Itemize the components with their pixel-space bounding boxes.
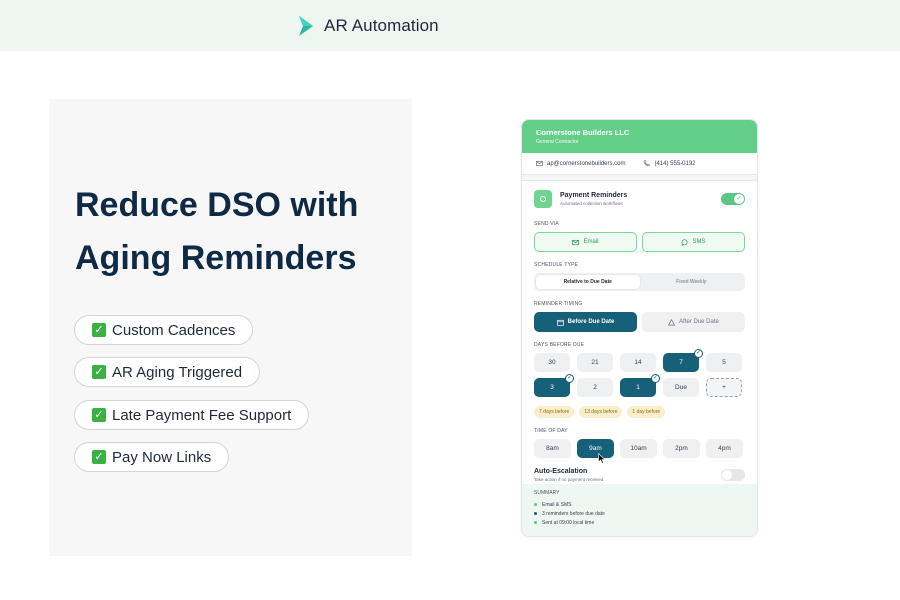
day-chip: 7 days before (534, 406, 575, 418)
time-option[interactable]: 10am (620, 439, 657, 458)
settings-body: Payment Reminders Automated collection w… (522, 181, 757, 482)
feature-pill: ✓ Custom Cadences (74, 315, 254, 345)
schedule-type-switch: Relative to Due Date Fixed Weekly (534, 273, 745, 291)
time-of-day-label: TIME OF DAY (534, 428, 568, 434)
before-due-button[interactable]: Before Due Date (534, 312, 637, 332)
brand[interactable]: AR Automation (298, 15, 439, 37)
time-option[interactable]: 8am (534, 439, 571, 458)
time-option[interactable]: 4pm (706, 439, 743, 458)
day-chip: 1 day before (627, 406, 666, 418)
brand-name: AR Automation (324, 16, 439, 35)
contact-phone[interactable]: (414) 555-0192 (643, 160, 696, 167)
check-icon: ✓ (736, 195, 742, 202)
payment-reminders-row: Payment Reminders Automated collection w… (534, 187, 745, 211)
reminders-toggle[interactable]: ✓ (721, 193, 745, 205)
summary-label: SUMMARY (534, 490, 560, 496)
schedule-relative-tab[interactable]: Relative to Due Date (536, 275, 640, 289)
reminder-card: Cornerstone Builders LLC General Contrac… (521, 119, 758, 537)
feature-label: Pay Now Links (112, 448, 212, 466)
feature-pill: ✓ Late Payment Fee Support (74, 400, 310, 430)
reminder-icon (534, 190, 552, 208)
phone-icon (643, 160, 651, 167)
check-icon: ✓ (565, 374, 574, 383)
contact-row: ap@cornerstonebuilders.com (414) 555-019… (522, 153, 757, 175)
mouse-cursor-icon (598, 453, 606, 464)
time-option-selected[interactable]: 9am (577, 439, 614, 464)
hero-title: Reduce DSO with Aging Reminders (75, 186, 359, 277)
reminders-title: Payment Reminders (560, 192, 628, 199)
day-option-selected[interactable]: 1 ✓ (620, 374, 660, 397)
days-before-due-label: DAYS BEFORE DUE (534, 342, 585, 348)
logo-chevron-icon (299, 16, 313, 36)
feature-label: AR Aging Triggered (112, 363, 243, 381)
add-day-button[interactable]: + (706, 378, 742, 397)
bullet-icon (534, 503, 537, 506)
check-icon: ✓ (92, 408, 106, 422)
check-icon: ✓ (92, 450, 106, 464)
reminders-subtitle: Automated collection workflows (560, 201, 623, 206)
reminder-timing-options: Before Due Date After Due Date (534, 312, 745, 332)
contact-email[interactable]: ap@cornerstonebuilders.com (536, 160, 625, 167)
day-option[interactable]: 21 (577, 353, 613, 372)
day-option-selected[interactable]: 3 ✓ (534, 374, 574, 397)
check-icon: ✓ (92, 323, 106, 337)
escalation-subtitle: Take action if no payment received (534, 477, 604, 482)
chat-bubble-icon (681, 238, 688, 246)
feature-label: Custom Cadences (112, 321, 236, 339)
bullet-icon (534, 512, 537, 515)
warning-icon (668, 318, 676, 325)
check-icon: ✓ (92, 365, 106, 379)
top-bar: AR Automation (0, 0, 900, 51)
send-sms-button[interactable]: SMS (642, 232, 745, 252)
auto-escalation-row: Auto-Escalation Take action if no paymen… (534, 468, 745, 482)
check-icon: ✓ (651, 374, 660, 383)
company-name: Cornerstone Builders LLC (536, 128, 630, 137)
days-grid: 30 21 14 7 ✓ 5 3 ✓ 2 1 ✓ Due + (534, 349, 745, 397)
day-option[interactable]: 30 (534, 353, 570, 372)
feature-pill: ✓ AR Aging Triggered (74, 357, 261, 387)
send-via-label: SEND VIA (534, 221, 559, 227)
summary-item: Email & SMS (534, 500, 747, 509)
customer-header: Cornerstone Builders LLC General Contrac… (522, 120, 757, 153)
feature-pill: ✓ Pay Now Links (74, 442, 230, 472)
day-option[interactable]: Due (663, 378, 699, 397)
schedule-type-label: SCHEDULE TYPE (534, 262, 579, 268)
feature-label: Late Payment Fee Support (112, 406, 292, 424)
mail-icon (536, 160, 543, 167)
send-via-options: Email SMS (534, 232, 745, 252)
summary-item: 3 reminders before due date (534, 509, 747, 518)
hero-panel: Reduce DSO with Aging Reminders ✓ Custom… (49, 99, 412, 556)
day-chip: 13 days before (579, 406, 623, 418)
bullet-icon (534, 521, 537, 524)
summary-item: Sent at 09:00 local time (534, 518, 747, 527)
day-option[interactable]: 2 (577, 378, 613, 397)
time-option[interactable]: 2pm (663, 439, 700, 458)
reminder-timing-label: REMINDER TIMING (534, 301, 583, 307)
selected-days-chips: 7 days before 13 days before 1 day befor… (534, 406, 745, 418)
send-email-button[interactable]: Email (534, 232, 637, 252)
check-icon: ✓ (694, 349, 703, 358)
escalation-title: Auto-Escalation (534, 468, 588, 475)
schedule-fixed-tab[interactable]: Fixed Weekly (640, 275, 744, 289)
calendar-icon (556, 319, 564, 326)
day-option[interactable]: 5 (706, 353, 742, 372)
company-type: General Contractor (536, 139, 579, 145)
after-due-button[interactable]: After Due Date (642, 312, 745, 332)
summary-panel: SUMMARY Email & SMS 3 reminders before d… (522, 484, 757, 536)
day-option[interactable]: 14 (620, 353, 656, 372)
day-option-selected[interactable]: 7 ✓ (663, 349, 703, 372)
time-of-day-options: 8am 9am 10am 2pm 4pm (534, 439, 745, 464)
mail-icon (572, 239, 580, 245)
escalation-toggle[interactable] (721, 469, 745, 481)
